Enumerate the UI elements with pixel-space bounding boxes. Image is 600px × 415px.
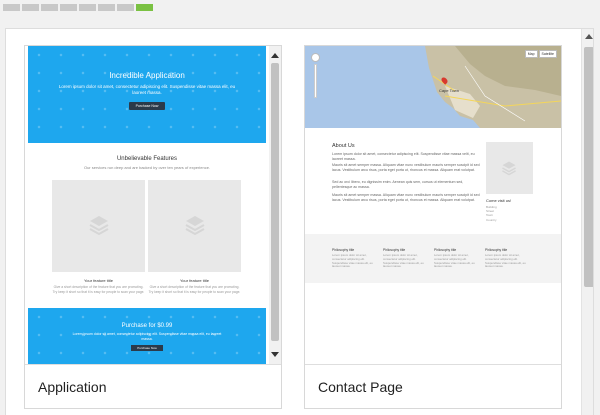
template-gallery: Incredible Application Lorem ipsum dolor… bbox=[5, 28, 594, 415]
template-preview-application[interactable]: Incredible Application Lorem ipsum dolor… bbox=[25, 46, 281, 364]
preview-visit-title: Come visit us! bbox=[486, 198, 512, 203]
step-progress bbox=[3, 4, 153, 11]
preview-visit-address: Building Street Town Country bbox=[486, 205, 497, 222]
philosophy-column: Philosophy title Lorem ipsum dolor sit a… bbox=[383, 248, 429, 269]
template-card-contact-page[interactable]: Map Satellite Cape Town About Us Lorem i… bbox=[304, 45, 562, 409]
map-pan-control[interactable] bbox=[311, 53, 320, 62]
preview-feature-desc: Give a short description of the feature … bbox=[148, 285, 241, 294]
scroll-up-arrow-icon[interactable] bbox=[271, 53, 279, 58]
philosophy-text: Lorem ipsum dolor sit amet, consectetur … bbox=[383, 253, 424, 269]
address-line: Country bbox=[486, 217, 497, 222]
preview-promo: Purchase for $0.99 Lorem ipsum dolor sit… bbox=[28, 308, 266, 364]
scroll-down-arrow-icon[interactable] bbox=[271, 352, 279, 357]
template-preview-contact-page[interactable]: Map Satellite Cape Town About Us Lorem i… bbox=[305, 46, 561, 364]
preview-about-paragraph: Mauris sit amet semper massa. Aliquam vi… bbox=[332, 163, 480, 172]
preview-hero: Incredible Application Lorem ipsum dolor… bbox=[28, 46, 266, 143]
preview-feature-title: Your feature title bbox=[180, 278, 209, 283]
preview-hero-title: Incredible Application bbox=[109, 71, 185, 80]
map-city-label: Cape Town bbox=[439, 88, 459, 93]
scroll-up-arrow-icon[interactable] bbox=[585, 34, 593, 39]
gallery-scrollbar[interactable] bbox=[581, 29, 593, 415]
preview-feature-desc: Give a short description of the feature … bbox=[52, 285, 145, 294]
philosophy-text: Lorem ipsum dolor sit amet, consectetur … bbox=[332, 253, 373, 269]
preview-feature-title: Your feature title bbox=[84, 278, 113, 283]
philosophy-text: Lorem ipsum dolor sit amet, consectetur … bbox=[434, 253, 475, 269]
preview-about-paragraph: Sed ac orci libero, eu dignissim enim. A… bbox=[332, 180, 464, 189]
step-6 bbox=[98, 4, 115, 11]
map-type-satellite[interactable]: Satellite bbox=[538, 50, 557, 58]
map-type-map[interactable]: Map bbox=[524, 50, 538, 58]
philosophy-column: Philosophy title Lorem ipsum dolor sit a… bbox=[332, 248, 378, 269]
preview-feature-image bbox=[148, 180, 241, 272]
preview-about-paragraph: Lorem ipsum dolor sit amet, consectetur … bbox=[332, 152, 475, 161]
philosophy-title: Philosophy title bbox=[485, 248, 508, 252]
layers-icon bbox=[502, 161, 516, 176]
template-title-contact-page[interactable]: Contact Page bbox=[305, 364, 561, 410]
preview-about-paragraph: Mauris sit amet semper massa. Aliquam vi… bbox=[332, 193, 480, 202]
preview-map: Map Satellite Cape Town bbox=[305, 46, 561, 128]
step-4 bbox=[60, 4, 77, 11]
preview-scrollbar[interactable] bbox=[269, 46, 281, 364]
map-type-toggle[interactable]: Map Satellite bbox=[524, 50, 557, 58]
philosophy-column: Philosophy title Lorem ipsum dolor sit a… bbox=[485, 248, 531, 269]
step-5 bbox=[79, 4, 96, 11]
philosophy-title: Philosophy title bbox=[332, 248, 355, 252]
preview-features-title: Unbelievable Features bbox=[116, 156, 178, 162]
layers-icon bbox=[185, 216, 205, 236]
step-3 bbox=[41, 4, 58, 11]
step-8-active bbox=[136, 4, 153, 11]
preview-hero-text: Lorem ipsum dolor sit amet, consectetur … bbox=[58, 84, 236, 95]
preview-feature-image bbox=[52, 180, 145, 272]
step-2 bbox=[22, 4, 39, 11]
preview-promo-title: Purchase for $0.99 bbox=[121, 323, 173, 329]
template-card-application[interactable]: Incredible Application Lorem ipsum dolor… bbox=[24, 45, 282, 409]
preview-promo-button: Purchase Now bbox=[131, 345, 163, 351]
map-zoom-slider[interactable] bbox=[314, 64, 317, 98]
philosophy-column: Philosophy title Lorem ipsum dolor sit a… bbox=[434, 248, 480, 269]
step-7 bbox=[117, 4, 134, 11]
preview-features-subtitle: Our services run deep and are backed by … bbox=[83, 165, 211, 170]
preview-about-title: About Us bbox=[332, 143, 355, 149]
template-title-application[interactable]: Application bbox=[25, 364, 281, 410]
preview-promo-text: Lorem ipsum dolor sit amet, consectetur … bbox=[72, 332, 222, 341]
preview-about-image bbox=[486, 142, 533, 194]
step-1 bbox=[3, 4, 20, 11]
philosophy-text: Lorem ipsum dolor sit amet, consectetur … bbox=[485, 253, 526, 269]
layers-icon bbox=[89, 216, 109, 236]
preview-philosophy-band: Philosophy title Lorem ipsum dolor sit a… bbox=[305, 234, 561, 283]
scrollbar-thumb[interactable] bbox=[271, 63, 279, 341]
philosophy-title: Philosophy title bbox=[434, 248, 457, 252]
preview-purchase-button: Purchase Now bbox=[129, 102, 165, 110]
philosophy-title: Philosophy title bbox=[383, 248, 406, 252]
map-terrain bbox=[305, 46, 561, 128]
scrollbar-thumb[interactable] bbox=[584, 47, 593, 287]
